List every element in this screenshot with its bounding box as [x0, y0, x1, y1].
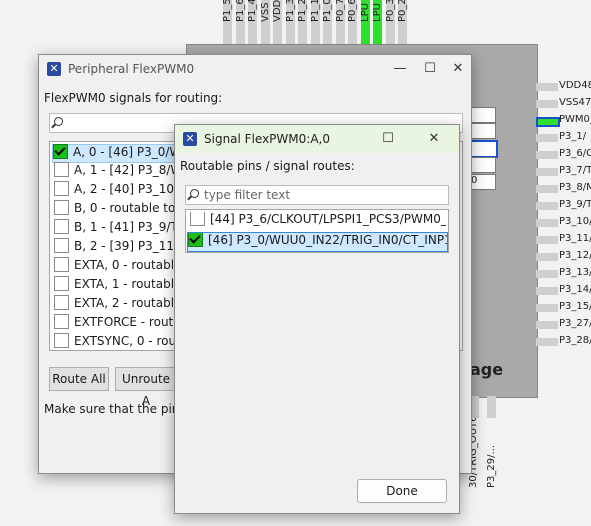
- right-pin[interactable]: [536, 134, 558, 142]
- right-pin[interactable]: [536, 219, 558, 227]
- route-list-item-label: [44] P3_6/CLKOUT/LPSPI1_PCS3/PWM0_A0...: [210, 212, 446, 226]
- app-icon: ✕: [183, 132, 197, 146]
- top-pin-label: LPU: [372, 3, 383, 22]
- route-list[interactable]: [44] P3_6/CLKOUT/LPSPI1_PCS3/PWM0_A0... […: [185, 209, 449, 253]
- route-list-item[interactable]: [44] P3_6/CLKOUT/LPSPI1_PCS3/PWM0_A0...: [190, 212, 446, 230]
- top-pin-label: VDD: [272, 0, 283, 22]
- right-pin[interactable]: [536, 151, 558, 159]
- checkbox-icon[interactable]: [54, 333, 69, 348]
- right-pin-label: P3_27/: [559, 318, 591, 329]
- checked-checkbox-icon[interactable]: [53, 144, 68, 159]
- checkbox-icon[interactable]: [54, 314, 69, 329]
- right-pin-label: P3_13/: [559, 267, 591, 278]
- top-pin-label: P0_7: [334, 0, 346, 22]
- right-pin-label: P3_10/: [559, 216, 591, 227]
- close-icon[interactable]: ✕: [445, 58, 471, 80]
- title-bar: ✕ Signal FlexPWM0:A,0 ☐ ✕: [175, 125, 459, 153]
- route-list-item[interactable]: [46] P3_0/WUU0_IN22/TRIG_IN0/CT_INP16/..…: [187, 232, 448, 252]
- top-pin-label: P1_1: [309, 0, 321, 22]
- top-pin-label: P1_5: [222, 0, 233, 22]
- top-pin-label: P0_2: [397, 0, 408, 22]
- checkbox-icon[interactable]: [54, 257, 69, 272]
- right-pin-label: VDD48: [559, 80, 591, 91]
- maximize-icon[interactable]: ☐: [375, 128, 401, 150]
- right-pin[interactable]: [536, 304, 558, 312]
- checkbox-icon[interactable]: [54, 219, 69, 234]
- right-pin[interactable]: [536, 287, 558, 295]
- route-list-item-label: [46] P3_0/WUU0_IN22/TRIG_IN0/CT_INP16/..…: [208, 233, 447, 247]
- top-pin-label: P1_6: [234, 0, 246, 22]
- right-pin[interactable]: [536, 117, 560, 127]
- close-icon[interactable]: ✕: [421, 128, 447, 150]
- route-all-button[interactable]: Route All: [49, 367, 109, 391]
- checkbox-icon[interactable]: [54, 181, 69, 196]
- right-pin[interactable]: [536, 202, 558, 210]
- app-icon: ✕: [47, 62, 61, 76]
- right-pin-label: P3_6/C: [559, 148, 591, 159]
- right-pin[interactable]: [536, 185, 558, 193]
- checkbox-icon[interactable]: [54, 162, 69, 177]
- minimize-icon[interactable]: —: [387, 58, 413, 80]
- right-pin[interactable]: [536, 253, 558, 261]
- checkbox-icon[interactable]: [54, 238, 69, 253]
- checkbox-icon[interactable]: [54, 276, 69, 291]
- signal-list-item-label: EXTA, 1 - routable t: [74, 277, 190, 291]
- maximize-icon[interactable]: ☐: [417, 58, 443, 80]
- signal-list-item-label: EXTA, 0 - routable t: [74, 258, 190, 272]
- search-icon: [54, 117, 63, 126]
- right-pin-label: PWM0_: [559, 114, 591, 125]
- right-pin[interactable]: [536, 338, 558, 346]
- right-pin-label: P3_15/: [559, 301, 591, 312]
- routes-label: Routable pins / signal routes:: [180, 159, 355, 173]
- unroute-all-button[interactable]: Unroute A: [115, 367, 177, 408]
- right-pin-label: P3_7/T: [559, 165, 591, 176]
- right-pin-label: P3_12/: [559, 250, 591, 261]
- right-pin-label: P3_28/: [559, 335, 591, 346]
- right-pin-label: P3_8/M: [559, 182, 591, 193]
- signal-route-dialog: ✕ Signal FlexPWM0:A,0 ☐ ✕ Routable pins …: [174, 124, 460, 514]
- right-pin-label: P3_9/T: [559, 199, 591, 210]
- top-pin-label: P1_3: [284, 0, 296, 22]
- checked-checkbox-icon[interactable]: [188, 233, 203, 247]
- right-pin-label: P3_1/: [559, 131, 587, 142]
- filter-placeholder: type filter text: [204, 188, 291, 202]
- bottom-pin[interactable]: [487, 396, 496, 418]
- filter-input[interactable]: type filter text: [185, 185, 449, 205]
- right-pin[interactable]: [536, 270, 558, 278]
- signals-label: FlexPWM0 signals for routing:: [44, 91, 223, 105]
- right-pin[interactable]: [536, 321, 558, 329]
- right-pin-label: P3_11/: [559, 233, 591, 244]
- chip-label: age: [470, 360, 504, 379]
- checkbox-icon[interactable]: [190, 212, 205, 226]
- bottom-pin-label: P3_29/...: [486, 444, 497, 488]
- search-icon: [190, 189, 199, 198]
- top-pin-label: VSS: [259, 2, 271, 22]
- top-pin-label: P1_0: [322, 0, 333, 22]
- routing-note: Make sure that the pin/si: [44, 402, 194, 416]
- right-pin[interactable]: [536, 168, 558, 176]
- right-pin[interactable]: [536, 236, 558, 244]
- top-pin-label: P1_4: [247, 0, 258, 22]
- right-pin-label: P3_14/: [559, 284, 591, 295]
- window-title: Peripheral FlexPWM0: [68, 62, 195, 76]
- right-pin[interactable]: [536, 100, 558, 108]
- dialog-title: Signal FlexPWM0:A,0: [204, 132, 330, 146]
- top-pin-label: P0_3: [384, 0, 396, 22]
- top-pin-label: P0_6: [347, 0, 358, 22]
- checkbox-icon[interactable]: [54, 295, 69, 310]
- signal-list-item-label: A, 0 - [46] P3_0/WU: [73, 145, 191, 159]
- right-pin-label: VSS47: [559, 97, 591, 108]
- signal-list-item-label: EXTA, 2 - routable t: [74, 296, 190, 310]
- checkbox-icon[interactable]: [54, 200, 69, 215]
- top-pin-label: P1_2: [297, 0, 308, 22]
- title-bar: ✕ Peripheral FlexPWM0 — ☐ ✕: [39, 55, 471, 83]
- top-pin-label: LPU: [359, 3, 371, 22]
- right-pin[interactable]: [536, 83, 558, 91]
- done-button[interactable]: Done: [357, 479, 447, 503]
